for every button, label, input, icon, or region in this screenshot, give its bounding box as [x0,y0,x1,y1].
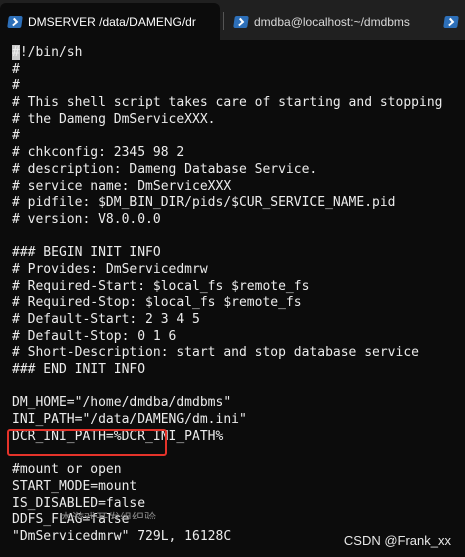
powershell-icon [233,15,249,28]
highlight-start-mode [7,429,167,456]
tab-title: dmdba@localhost:~/dmdbms [254,14,410,29]
terminal-line: # [12,61,20,77]
terminal-content[interactable]: #!/bin/sh # # # This shell script takes car… [0,40,465,557]
terminal-line: # This shell script takes care of starti… [12,95,443,111]
terminal-window: DMSERVER /data/DAMENG/dr dmdba@localhost… [0,0,465,557]
terminal-line: # service name: DmServiceXXX [12,178,232,194]
terminal-line: # description: Dameng Database Service. [12,161,318,177]
powershell-icon [7,15,23,28]
text-cursor [12,45,20,60]
tab-divider [223,12,224,30]
terminal-line: #!/bin/sh [12,45,83,60]
terminal-line: # Provides: DmServicedmrw [12,261,208,277]
terminal-line: # [12,78,20,94]
terminal-line: ### END INIT INFO [12,362,146,378]
terminal-line: # Default-Stop: 0 1 6 [12,328,177,344]
terminal-line: # the Dameng DmServiceXXX. [12,111,216,127]
terminal-line: # [12,128,20,144]
terminal-line: # version: V8.0.0.0 [12,211,161,227]
tab-dmserver[interactable]: DMSERVER /data/DAMENG/dr [0,3,220,40]
terminal-line: # Default-Start: 2 3 4 5 [12,312,200,327]
terminal-line: START_MODE=mount [12,478,138,494]
watermark: CSDN @Frank_xx [343,533,451,548]
powershell-icon [443,15,459,28]
terminal-line: # Required-Start: $local_fs $remote_fs [12,278,310,294]
tab-powershell-3[interactable] [440,3,465,40]
terminal-line: DM_HOME="/home/dmdba/dmdbms" [12,395,232,411]
terminal-line: #mount or open [12,462,122,478]
tab-title: DMSERVER /data/DAMENG/dr [28,14,196,29]
tab-dmdba-localhost[interactable]: dmdba@localhost:~/dmdbms [226,3,436,40]
terminal-line: ### BEGIN INIT INFO [12,245,161,261]
terminal-line: # Required-Stop: $local_fs $remote_fs [12,295,302,311]
terminal-line: INI_PATH="/data/DAMENG/dm.ini" [12,412,247,428]
tab-bar: DMSERVER /data/DAMENG/dr dmdba@localhost… [0,0,465,40]
terminal-lines: #!/bin/sh # # # This shell script takes car… [12,45,442,546]
terminal-line: # Short-Description: start and stop data… [12,345,419,361]
partial-text-behind: 本游戏开发组织验 [60,511,157,519]
terminal-line: # chkconfig: 2345 98 2 [12,145,185,161]
terminal-line: # pidfile: $DM_BIN_DIR/pids/$CUR_SERVICE… [12,195,396,211]
